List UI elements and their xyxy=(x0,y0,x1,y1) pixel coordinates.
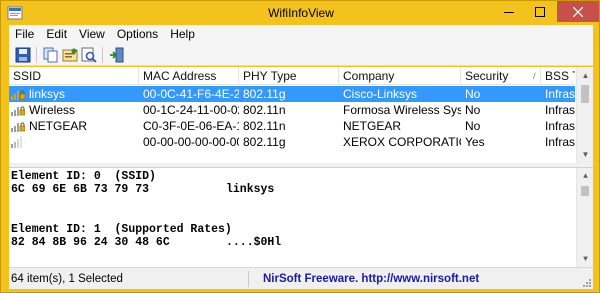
exit-button[interactable] xyxy=(107,45,126,64)
cell-security: Yes xyxy=(465,135,485,149)
lock-signal-icon xyxy=(11,122,25,132)
scroll-up-icon[interactable]: ▲ xyxy=(577,168,593,185)
column-header-mac-address[interactable]: MAC Address xyxy=(139,67,239,85)
save-button[interactable] xyxy=(13,45,32,64)
menu-options[interactable]: Options xyxy=(111,25,164,44)
list-vertical-scrollbar[interactable]: ▲ ▼ xyxy=(576,67,593,163)
cell-ssid: linksys xyxy=(9,86,139,102)
minimize-button[interactable] xyxy=(494,1,524,22)
cell-bss-type: Infrastru xyxy=(545,119,575,133)
cell-mac: 00-1C-24-11-00-02 xyxy=(143,103,239,117)
cell-company: XEROX CORPORATION xyxy=(343,135,461,149)
maximize-icon xyxy=(535,6,545,17)
column-label: BSS Typ xyxy=(545,69,575,83)
copy-icon xyxy=(43,47,57,62)
sort-indicator-icon: / xyxy=(533,71,536,81)
element-ascii: ....$0Hl xyxy=(226,236,282,249)
column-label: Security xyxy=(465,69,509,83)
cell-company: Formosa Wireless Syste... xyxy=(343,103,461,117)
title-bar[interactable]: WifiInfoView xyxy=(1,1,600,25)
ssid-text: Wireless xyxy=(29,103,76,117)
cell-phy: 802.11n xyxy=(243,103,286,117)
cell-bss-type: Infrastru xyxy=(545,135,575,149)
column-header-ssid[interactable]: SSID xyxy=(9,67,139,85)
signal-icon xyxy=(11,136,22,148)
element-hex: 6C 69 6E 6B 73 79 73 xyxy=(11,183,150,196)
element-header: Element ID: 1 (Supported Rates) xyxy=(11,223,232,236)
find-button[interactable] xyxy=(79,45,98,64)
cell-phy: 802.11g xyxy=(243,135,286,149)
cell-mac: 00-0C-41-F6-4E-24 xyxy=(143,87,239,101)
scroll-down-icon[interactable]: ▼ xyxy=(577,251,593,267)
element-ascii: linksys xyxy=(226,183,275,196)
table-row[interactable]: 00-00-00-00-00-00 802.11g XEROX CORPORAT… xyxy=(9,134,575,150)
menu-help[interactable]: Help xyxy=(164,25,201,44)
cell-ssid xyxy=(9,134,139,150)
menu-bar: File Edit View Options Help xyxy=(9,25,593,44)
cell-ssid: Wireless xyxy=(9,102,139,118)
app-window: WifiInfoView File Edit View Options Help xyxy=(0,0,600,293)
element-hex: 82 84 8B 96 24 30 48 6C xyxy=(11,236,170,249)
properties-button[interactable] xyxy=(60,45,79,64)
menu-file[interactable]: File xyxy=(9,25,40,44)
column-header-company[interactable]: Company xyxy=(339,67,461,85)
table-row[interactable]: Wireless 00-1C-24-11-00-02 802.11n Formo… xyxy=(9,102,575,118)
cell-security: No xyxy=(465,103,481,117)
cell-ssid: NETGEAR xyxy=(9,118,139,134)
scroll-up-icon[interactable]: ▲ xyxy=(577,67,593,84)
find-icon xyxy=(81,47,97,63)
status-bar: 64 item(s), 1 Selected NirSoft Freeware.… xyxy=(9,267,593,289)
maximize-button[interactable] xyxy=(525,1,555,22)
toolbar-separator xyxy=(102,46,103,63)
cell-bss-type: Infrastru xyxy=(545,87,575,101)
ssid-text: NETGEAR xyxy=(29,119,88,133)
cell-security: No xyxy=(465,87,481,101)
menu-edit[interactable]: Edit xyxy=(40,25,73,44)
details-vertical-scrollbar[interactable]: ▲ ▼ xyxy=(576,168,593,267)
scrollbar-thumb[interactable] xyxy=(581,85,589,103)
list-header: SSID MAC Address PHY Type Company Securi… xyxy=(9,67,575,85)
menu-view[interactable]: View xyxy=(73,25,111,44)
column-label: PHY Type xyxy=(243,69,297,83)
cell-phy: 802.11g xyxy=(243,87,286,101)
column-label: MAC Address xyxy=(143,69,217,83)
close-icon xyxy=(573,6,583,17)
column-header-security[interactable]: Security / xyxy=(461,67,541,85)
cell-company: Cisco-Linksys xyxy=(343,87,418,101)
close-button[interactable] xyxy=(557,1,599,22)
nirsoft-link[interactable]: NirSoft Freeware. http://www.nirsoft.net xyxy=(249,271,479,287)
toolbar-separator xyxy=(36,46,37,63)
lock-signal-icon xyxy=(11,90,25,100)
column-header-phy-type[interactable]: PHY Type xyxy=(239,67,339,85)
table-row[interactable]: linksys 00-0C-41-F6-4E-24 802.11g Cisco-… xyxy=(9,86,575,102)
copy-button[interactable] xyxy=(41,45,60,64)
column-label: SSID xyxy=(13,69,42,83)
item-count-status: 64 item(s), 1 Selected xyxy=(9,270,249,287)
exit-icon xyxy=(109,47,123,62)
cell-security: No xyxy=(465,119,481,133)
lock-signal-icon xyxy=(11,106,25,116)
column-header-bss-type[interactable]: BSS Typ xyxy=(541,67,575,85)
resize-grip-icon[interactable] xyxy=(580,276,592,288)
scroll-down-icon[interactable]: ▼ xyxy=(577,146,593,163)
toolbar xyxy=(9,44,593,66)
minimize-icon xyxy=(504,11,514,13)
column-label: Company xyxy=(343,69,395,83)
ssid-text: linksys xyxy=(29,86,66,102)
cell-company: NETGEAR xyxy=(343,119,402,133)
element-header: Element ID: 0 (SSID) xyxy=(11,170,156,183)
cell-mac: 00-00-00-00-00-00 xyxy=(143,135,239,149)
cell-phy: 802.11n xyxy=(243,119,286,133)
properties-icon xyxy=(62,48,77,61)
save-icon xyxy=(15,47,30,62)
cell-mac: C0-3F-0E-06-EA-10 xyxy=(143,119,239,133)
cell-bss-type: Infrastru xyxy=(545,103,575,117)
element-details-pane[interactable]: Element ID: 0 (SSID) 6C 69 6E 6B 73 79 7… xyxy=(9,167,593,267)
scrollbar-thumb[interactable] xyxy=(581,186,589,196)
table-row[interactable]: NETGEAR C0-3F-0E-06-EA-10 802.11n NETGEA… xyxy=(9,118,575,134)
network-list[interactable]: SSID MAC Address PHY Type Company Securi… xyxy=(9,67,593,163)
